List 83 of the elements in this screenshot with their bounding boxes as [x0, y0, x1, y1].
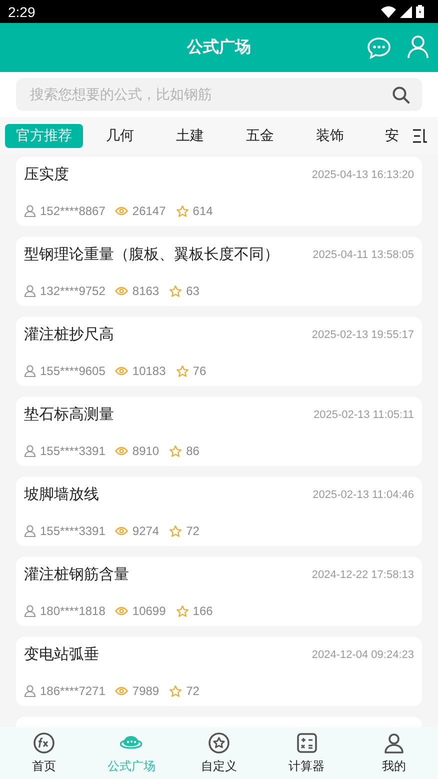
category-tab[interactable]: 五金: [225, 124, 295, 148]
formula-card[interactable]: 变电站弧垂 2024-12-04 09:24:23 186****7271 7989 72: [16, 637, 422, 706]
nav-tab[interactable]: 我的: [382, 758, 406, 774]
nav-tab[interactable]: 计算器: [288, 758, 325, 774]
formula-title: 型钢理论重量（腹板、翼板长度不同）: [24, 245, 279, 264]
favorite-count: 614: [192, 204, 213, 218]
star-icon: [169, 284, 182, 298]
category-tab[interactable]: 土建: [155, 124, 225, 148]
star-icon: [176, 604, 189, 618]
formula-card[interactable]: 灌注桩钢筋含量 2024-12-22 17:58:13 180****1818 10699 166: [16, 557, 422, 626]
author-text: 152****8867: [40, 204, 106, 218]
author-text: 155****3391: [40, 444, 106, 458]
eye-icon: [115, 686, 128, 696]
nav-tab[interactable]: 首页: [32, 758, 56, 774]
user-icon: [24, 605, 36, 617]
star-icon: [169, 444, 182, 458]
formula-title: 灌注桩抄尺高: [24, 325, 114, 344]
eye-icon: [115, 446, 128, 456]
date-text: 2024-12-04 09:24:23: [312, 648, 414, 660]
favorite-count: 86: [186, 444, 200, 458]
formula-title: 坡脚墙放线: [24, 485, 99, 504]
user-icon: [24, 365, 36, 377]
author-text: 155****3391: [40, 524, 106, 538]
wifi-icon: [381, 6, 396, 18]
formula-card[interactable]: 压实度 2025-04-13 16:13:20 152****8867 26147 614: [16, 157, 422, 226]
user-icon[interactable]: [383, 732, 406, 754]
view-count: 7989: [132, 684, 160, 698]
eye-icon: [115, 206, 128, 216]
date-text: 2025-02-13 11:05:11: [313, 408, 414, 420]
favorite-count: 63: [186, 284, 200, 298]
calculator-icon[interactable]: [296, 732, 318, 754]
search-icon[interactable]: [392, 86, 410, 104]
favorite-count: 72: [186, 684, 200, 698]
category-tab[interactable]: 安: [365, 124, 399, 148]
formula-title: 压实度: [24, 165, 69, 184]
view-count: 8910: [132, 444, 160, 458]
view-count: 26147: [132, 204, 166, 218]
clock: 2:29: [8, 4, 36, 20]
author-text: 155****9605: [40, 364, 106, 378]
formula-card[interactable]: 灌注桩抄尺高 2025-02-13 19:55:17 155****9605 10183 76: [16, 317, 422, 386]
nav-tab[interactable]: 自定义: [200, 758, 237, 774]
favorite-count: 166: [192, 604, 213, 618]
favorite-count: 72: [186, 524, 200, 538]
formula-title: 垫石标高测量: [24, 405, 114, 424]
eye-icon: [115, 366, 128, 376]
category-tab[interactable]: 几何: [85, 124, 155, 148]
favorite-count: 76: [192, 364, 206, 378]
date-text: 2025-02-13 11:04:46: [312, 488, 414, 500]
signal-icon: [400, 6, 412, 18]
search-field[interactable]: 搜索您想要的公式，比如钢筋: [16, 78, 422, 111]
user-icon: [24, 285, 36, 297]
page-title: 公式广场: [187, 37, 251, 58]
eye-icon: [115, 606, 128, 616]
user-icon: [24, 685, 36, 697]
function-icon[interactable]: [32, 732, 55, 754]
eye-icon: [115, 286, 128, 296]
author-text: 180****1818: [40, 604, 106, 618]
eye-icon: [115, 526, 128, 536]
formula-title: 灌注桩钢筋含量: [24, 565, 129, 584]
star-icon: [176, 204, 189, 218]
formula-card[interactable]: 垫石标高测量 2025-02-13 11:05:11 155****3391 8910 86: [16, 397, 422, 466]
view-count: 8163: [132, 284, 160, 298]
view-count: 10183: [132, 364, 166, 378]
author-text: 186****7271: [40, 684, 106, 698]
user-icon: [24, 445, 36, 457]
menu-icon[interactable]: [412, 128, 428, 144]
date-text: 2025-04-11 13:58:05: [312, 248, 414, 260]
star-icon: [176, 364, 189, 378]
user-icon: [24, 525, 36, 537]
formula-title: 变电站弧垂: [24, 645, 99, 664]
view-count: 9274: [132, 524, 160, 538]
view-count: 10699: [132, 604, 166, 618]
user-icon: [24, 205, 36, 217]
battery-icon: [416, 5, 424, 18]
date-text: 2024-12-22 17:58:13: [312, 568, 414, 580]
star-icon: [169, 684, 182, 698]
category-tab[interactable]: 装饰: [295, 124, 365, 148]
formula-card[interactable]: 坡脚墙放线 2025-02-13 11:04:46 155****3391 9274 72: [16, 477, 422, 546]
star-icon: [169, 524, 182, 538]
date-text: 2025-04-13 16:13:20: [312, 168, 414, 180]
author-text: 132****9752: [40, 284, 106, 298]
formula-card[interactable]: 型钢理论重量（腹板、翼板长度不同） 2025-04-11 13:58:05 132****9752 8163 63: [16, 237, 422, 306]
date-text: 2025-02-13 19:55:17: [312, 328, 414, 340]
